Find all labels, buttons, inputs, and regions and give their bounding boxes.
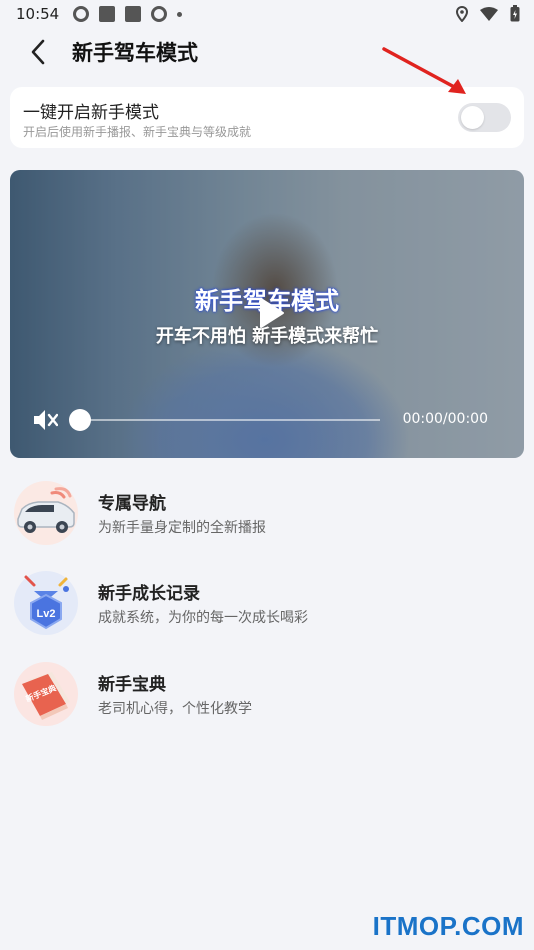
feature-desc: 为新手量身定制的全新播报 [98,520,266,536]
more-notifications-icon [177,11,183,17]
app-notification-icon [151,6,168,22]
novice-mode-toggle[interactable] [458,103,511,132]
page-title: 新手驾车模式 [72,41,198,65]
video-time: 00:00/00:00 [402,411,488,427]
app-notification-icon [125,6,142,22]
feature-desc: 老司机心得，个性化教学 [98,701,252,717]
car-icon [14,481,78,545]
feature-name: 新手成长记录 [98,584,200,604]
level-badge-icon: Lv2 [14,571,78,635]
novice-mode-title: 一键开启新手模式 [23,103,159,123]
annotation-arrow-icon [382,47,466,94]
back-button[interactable] [18,32,58,72]
feature-novice-handbook[interactable]: 新手宝典 新手宝典 老司机心得，个性化教学 [14,662,514,726]
feature-desc: 成就系统，为你的每一次成长喝彩 [98,610,308,626]
status-bar: 10:54 [0,0,534,28]
feature-exclusive-navigation[interactable]: 专属导航 为新手量身定制的全新播报 [14,481,514,545]
intro-video-player[interactable]: 新手驾车模式 开车不用怕 新手模式来帮忙 00:00/00:00 [10,170,524,458]
feature-growth-record[interactable]: Lv2 新手成长记录 成就系统，为你的每一次成长喝彩 [14,571,514,635]
app-notification-icon [99,6,116,22]
novice-mode-subtitle: 开启后使用新手播报、新手宝典与等级成就 [23,125,252,139]
app-notification-icon [73,6,90,22]
location-icon [456,5,468,22]
feature-name: 新手宝典 [98,675,166,695]
status-time: 10:54 [16,5,60,23]
chevron-left-icon [31,39,45,65]
battery-icon [510,5,520,22]
toggle-knob [461,106,484,129]
wifi-icon [480,6,498,21]
book-icon: 新手宝典 [14,662,78,726]
video-progress-thumb[interactable] [69,409,91,431]
site-watermark: ITMOP.COM [372,911,524,941]
badge-level-text: Lv2 [37,608,56,620]
video-progress-track[interactable] [80,419,380,421]
mute-icon[interactable] [32,407,58,433]
feature-name: 专属导航 [98,494,166,514]
play-icon[interactable] [247,291,291,335]
